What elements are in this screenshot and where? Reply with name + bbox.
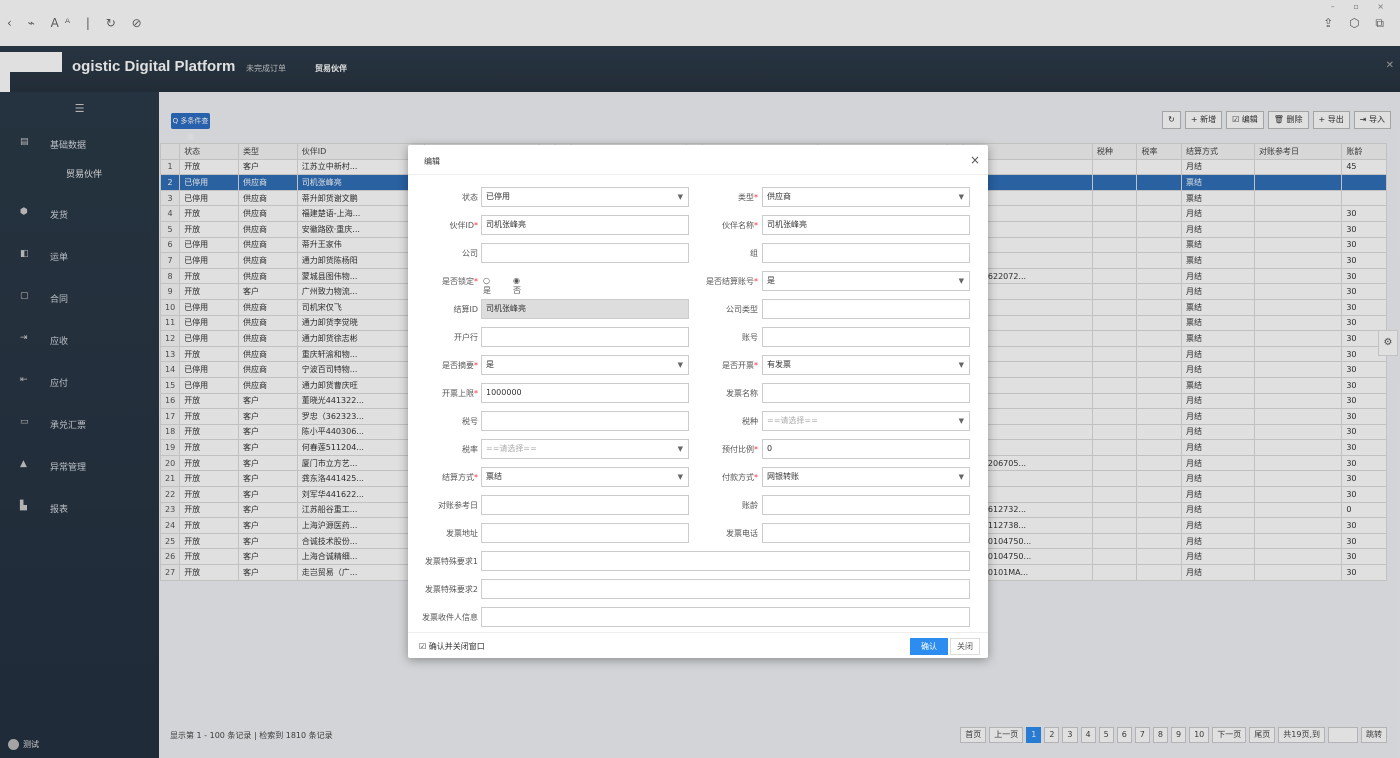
chevron-down-icon: ▼: [958, 361, 964, 369]
inv-tel-input[interactable]: [762, 523, 970, 543]
type-value: 供应商: [767, 192, 791, 201]
pname-label: 伙伴名称*: [722, 221, 758, 230]
pid-label: 伙伴ID*: [449, 221, 478, 230]
taxrate-value: ==请选择==: [486, 444, 537, 453]
inv-addr-label: 发票地址: [446, 529, 478, 538]
chevron-down-icon: ▼: [958, 277, 964, 285]
inv-addr-input[interactable]: [481, 523, 689, 543]
settle-select[interactable]: 票结 ▼: [481, 467, 689, 487]
acct-input[interactable]: [762, 327, 970, 347]
ref-input[interactable]: [481, 495, 689, 515]
req1-label: 发票特殊要求1: [424, 557, 478, 566]
group-input[interactable]: [762, 243, 970, 263]
type-select[interactable]: 供应商 ▼: [762, 187, 970, 207]
taxno-label: 税号: [462, 417, 478, 426]
confirm-button[interactable]: 确认: [910, 638, 948, 655]
chevron-down-icon: ▼: [677, 193, 683, 201]
lock-yes-radio[interactable]: ○ 是: [483, 276, 491, 296]
settle-acct-select[interactable]: 是 ▼: [762, 271, 970, 291]
status-label: 状态: [462, 193, 478, 202]
dialog-title: 编辑: [424, 157, 440, 166]
inv-name-label: 发票名称: [726, 389, 758, 398]
chevron-down-icon: ▼: [958, 473, 964, 481]
summary-select[interactable]: 是 ▼: [481, 355, 689, 375]
acct-label: 账号: [742, 333, 758, 342]
chevron-down-icon: ▼: [677, 361, 683, 369]
settle-acct-value: 是: [767, 276, 775, 285]
req1-input[interactable]: [481, 551, 970, 571]
chevron-down-icon: ▼: [958, 193, 964, 201]
confirm-close-checkbox[interactable]: ☑ 确认并关闭窗口: [419, 641, 485, 652]
aging-input[interactable]: [762, 495, 970, 515]
recv-input[interactable]: [481, 607, 970, 627]
req2-input[interactable]: [481, 579, 970, 599]
taxkind-select[interactable]: ==请选择== ▼: [762, 411, 970, 431]
settle-label: 结算方式*: [442, 473, 478, 482]
status-select[interactable]: 已停用 ▼: [481, 187, 689, 207]
chevron-down-icon: ▼: [677, 473, 683, 481]
pay-label: 付款方式*: [722, 473, 758, 482]
close-button[interactable]: 关闭: [950, 638, 980, 655]
summary-label: 是否摘要*: [442, 361, 478, 370]
ctype-input[interactable]: [762, 299, 970, 319]
pay-value: 网银转账: [767, 472, 799, 481]
company-label: 公司: [462, 249, 478, 258]
summary-value: 是: [486, 360, 494, 369]
inv-tel-label: 发票电话: [726, 529, 758, 538]
inv-limit-label: 开票上限*: [442, 389, 478, 398]
aging-label: 账龄: [742, 501, 758, 510]
status-value: 已停用: [486, 192, 510, 201]
settle-value: 票结: [486, 472, 502, 481]
pay-select[interactable]: 网银转账 ▼: [762, 467, 970, 487]
group-label: 组: [750, 249, 758, 258]
company-input[interactable]: [481, 243, 689, 263]
ref-label: 对账参考日: [438, 501, 478, 510]
req2-label: 发票特殊要求2: [424, 585, 478, 594]
taxrate-select[interactable]: ==请选择== ▼: [481, 439, 689, 459]
invoice-label: 是否开票*: [722, 361, 758, 370]
close-icon[interactable]: ×: [970, 153, 980, 167]
lock-no-radio[interactable]: ◉ 否: [513, 276, 521, 296]
dialog-footer: ☑ 确认并关闭窗口 确认 关闭: [408, 632, 988, 658]
prepay-label: 预付比例*: [722, 445, 758, 454]
bank-label: 开户行: [454, 333, 478, 342]
recv-label: 发票收件人信息: [422, 613, 478, 622]
settle-acct-label: 是否结算账号*: [706, 277, 758, 286]
taxkind-label: 税种: [742, 417, 758, 426]
chevron-down-icon: ▼: [677, 445, 683, 453]
invoice-value: 有发票: [767, 360, 791, 369]
inv-name-input[interactable]: [762, 383, 970, 403]
pname-input[interactable]: 司机张峰亮: [762, 215, 970, 235]
taxno-input[interactable]: [481, 411, 689, 431]
taxkind-value: ==请选择==: [767, 416, 818, 425]
invoice-select[interactable]: 有发票 ▼: [762, 355, 970, 375]
lock-label: 是否锁定*: [442, 277, 478, 286]
pid-input[interactable]: 司机张峰亮: [481, 215, 689, 235]
dialog-header: 编辑 ×: [408, 145, 988, 175]
ctype-label: 公司类型: [726, 305, 758, 314]
prepay-input[interactable]: 0: [762, 439, 970, 459]
settle-id-label: 结算ID: [453, 305, 478, 314]
taxrate-label: 税率: [462, 445, 478, 454]
chevron-down-icon: ▼: [958, 417, 964, 425]
inv-limit-input[interactable]: 1000000: [481, 383, 689, 403]
settle-id-input: 司机张峰亮: [481, 299, 689, 319]
bank-input[interactable]: [481, 327, 689, 347]
type-label: 类型*: [738, 193, 758, 202]
edit-dialog: 编辑 × 状态 已停用 ▼ 类型* 供应商 ▼ 伙伴ID* 司机张峰亮 伙伴名称* 司机张峰…: [408, 145, 988, 658]
